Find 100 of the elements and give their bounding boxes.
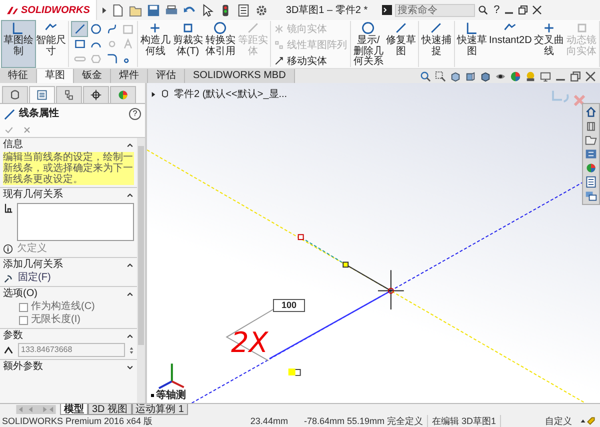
ribbon-button[interactable]: 交叉曲线 [532, 21, 566, 67]
ribbon-button[interactable]: 快速捕捉 [420, 21, 452, 67]
configuration-icon [63, 89, 75, 101]
help-button[interactable]: ? [129, 108, 141, 120]
sketch-tool-button[interactable] [88, 22, 103, 36]
appearance-icon[interactable] [510, 70, 521, 82]
status-text: 欠定义 [17, 243, 47, 255]
section-title: 添加几何关系 [3, 259, 63, 271]
relation-link[interactable]: 固定(F) [18, 272, 51, 284]
length-field[interactable]: 133.84673668 [18, 343, 125, 357]
help-button[interactable]: ? [494, 4, 500, 16]
ribbon-button[interactable]: Instant2D [488, 21, 533, 67]
panel-tab[interactable] [83, 86, 109, 103]
view-tab[interactable]: 模型 [60, 404, 88, 415]
command-tab[interactable]: 草图 [37, 69, 74, 83]
collapse-chevron-icon[interactable] [126, 191, 134, 199]
settings-icon[interactable] [254, 4, 268, 16]
handwritten-annotation: 2X [231, 329, 268, 357]
properties-icon[interactable] [585, 176, 597, 188]
search-field[interactable]: 搜索命令 [394, 4, 475, 16]
parts-library-icon[interactable] [585, 120, 597, 132]
collapse-chevron-icon[interactable] [126, 332, 134, 340]
scrollbar[interactable] [137, 138, 145, 403]
restore-icon[interactable] [570, 70, 581, 82]
ribbon-button[interactable]: 移动实体 [274, 54, 347, 68]
print-icon[interactable] [164, 4, 178, 16]
restore-icon[interactable] [518, 5, 528, 15]
forum-icon[interactable] [585, 190, 597, 202]
ribbon-button[interactable]: 修复草图 [384, 21, 417, 67]
info-message: 编辑当前线条的设定，绘制一新线条，或选择确定来为下一新线条更改设定。 [3, 152, 134, 185]
feature-tree-icon [9, 89, 21, 101]
plane-icon [122, 23, 134, 35]
collapse-chevron-icon[interactable] [126, 141, 134, 149]
command-tab[interactable]: 焊件 [111, 69, 148, 83]
ribbon-button[interactable]: 草图绘制 [2, 21, 34, 67]
panel-tab[interactable] [2, 86, 28, 103]
monitor-icon[interactable] [540, 70, 551, 82]
zoom-icon[interactable] [420, 70, 431, 82]
cancel-icon[interactable] [22, 125, 32, 135]
sketch-tool-button[interactable] [72, 22, 87, 36]
expand-arrow-icon[interactable] [151, 90, 156, 98]
command-tab[interactable]: 钣金 [74, 69, 111, 83]
section-title: 信息 [3, 139, 23, 151]
collapse-chevron-icon[interactable] [126, 261, 134, 269]
ribbon-button[interactable]: 构造几何线 [139, 21, 172, 67]
panel-tab[interactable] [29, 86, 55, 103]
expand-chevron-icon[interactable] [126, 363, 134, 371]
rectangle-icon [74, 38, 86, 50]
spinner-icon[interactable] [129, 344, 134, 356]
search-icon[interactable] [478, 5, 488, 15]
view-palette-icon[interactable] [585, 148, 597, 160]
plus-icon [542, 21, 556, 35]
caret-icon[interactable] [580, 418, 586, 424]
tree-item[interactable]: 零件2 (默认<<默认>_显... [174, 87, 288, 101]
plus-icon [148, 21, 162, 35]
panel-tab[interactable] [56, 86, 82, 103]
ribbon-button[interactable]: 剪裁实体(T) [172, 21, 204, 67]
close-icon[interactable] [532, 5, 542, 15]
command-tab[interactable]: SOLIDWORKS MBD [185, 69, 295, 83]
save-icon[interactable] [146, 4, 160, 16]
ribbon-button[interactable]: 智能尺寸 [34, 21, 67, 67]
option-checkbox[interactable]: 无限长度(I) [3, 314, 134, 326]
command-tab[interactable]: 特征 [0, 69, 37, 83]
ribbon-button[interactable]: 显示/删除几何关系 [352, 21, 384, 67]
open-folder-icon[interactable] [128, 4, 142, 16]
new-document-icon[interactable] [110, 4, 124, 16]
view-tab[interactable]: 3D 视图 [88, 404, 132, 415]
list-icon[interactable] [236, 4, 250, 16]
property-list-icon [36, 89, 48, 101]
expand-arrow-icon[interactable] [100, 6, 107, 14]
folder-icon[interactable] [585, 134, 597, 146]
collapse-chevron-icon[interactable] [126, 290, 134, 298]
logo-icon [6, 4, 19, 16]
cursor-icon[interactable] [200, 4, 214, 16]
view-tab[interactable]: 运动算例 1 [132, 404, 188, 415]
zoom-area-icon[interactable] [435, 70, 446, 82]
info-icon [3, 244, 13, 254]
logo-text: SOLIDWORKS [21, 4, 90, 16]
dimension-value[interactable]: 100 [273, 299, 305, 312]
spline-icon [106, 23, 118, 35]
close-icon[interactable] [585, 70, 596, 82]
option-checkbox[interactable]: 作为构造线(C) [3, 301, 134, 313]
status-text: -78.64mm 55.19mm 完全定义 [300, 414, 428, 427]
section-view-icon[interactable] [465, 70, 476, 82]
fix-relation-icon [3, 272, 14, 284]
section-title: 参数 [3, 330, 23, 342]
midpoint-icon[interactable] [342, 262, 349, 268]
endpoint-icon[interactable] [298, 234, 304, 240]
sketch-line[interactable] [269, 290, 392, 360]
scene-icon[interactable] [525, 70, 536, 82]
graphics-area[interactable]: 零件2 (默认<<默认>_显... 100 2X 等轴测 [147, 83, 600, 403]
home-icon[interactable] [585, 106, 597, 118]
ribbon-button[interactable]: 快速草图 [456, 21, 488, 67]
ribbon-button[interactable]: 转换实体引用 [204, 21, 236, 67]
sketch-tool-button[interactable] [72, 37, 87, 51]
origin-cross-icon [377, 270, 404, 310]
ok-check-icon[interactable] [4, 125, 14, 135]
command-tab[interactable]: 评估 [148, 69, 185, 83]
corner-icon [464, 21, 479, 35]
appearance-icon[interactable] [585, 162, 597, 174]
